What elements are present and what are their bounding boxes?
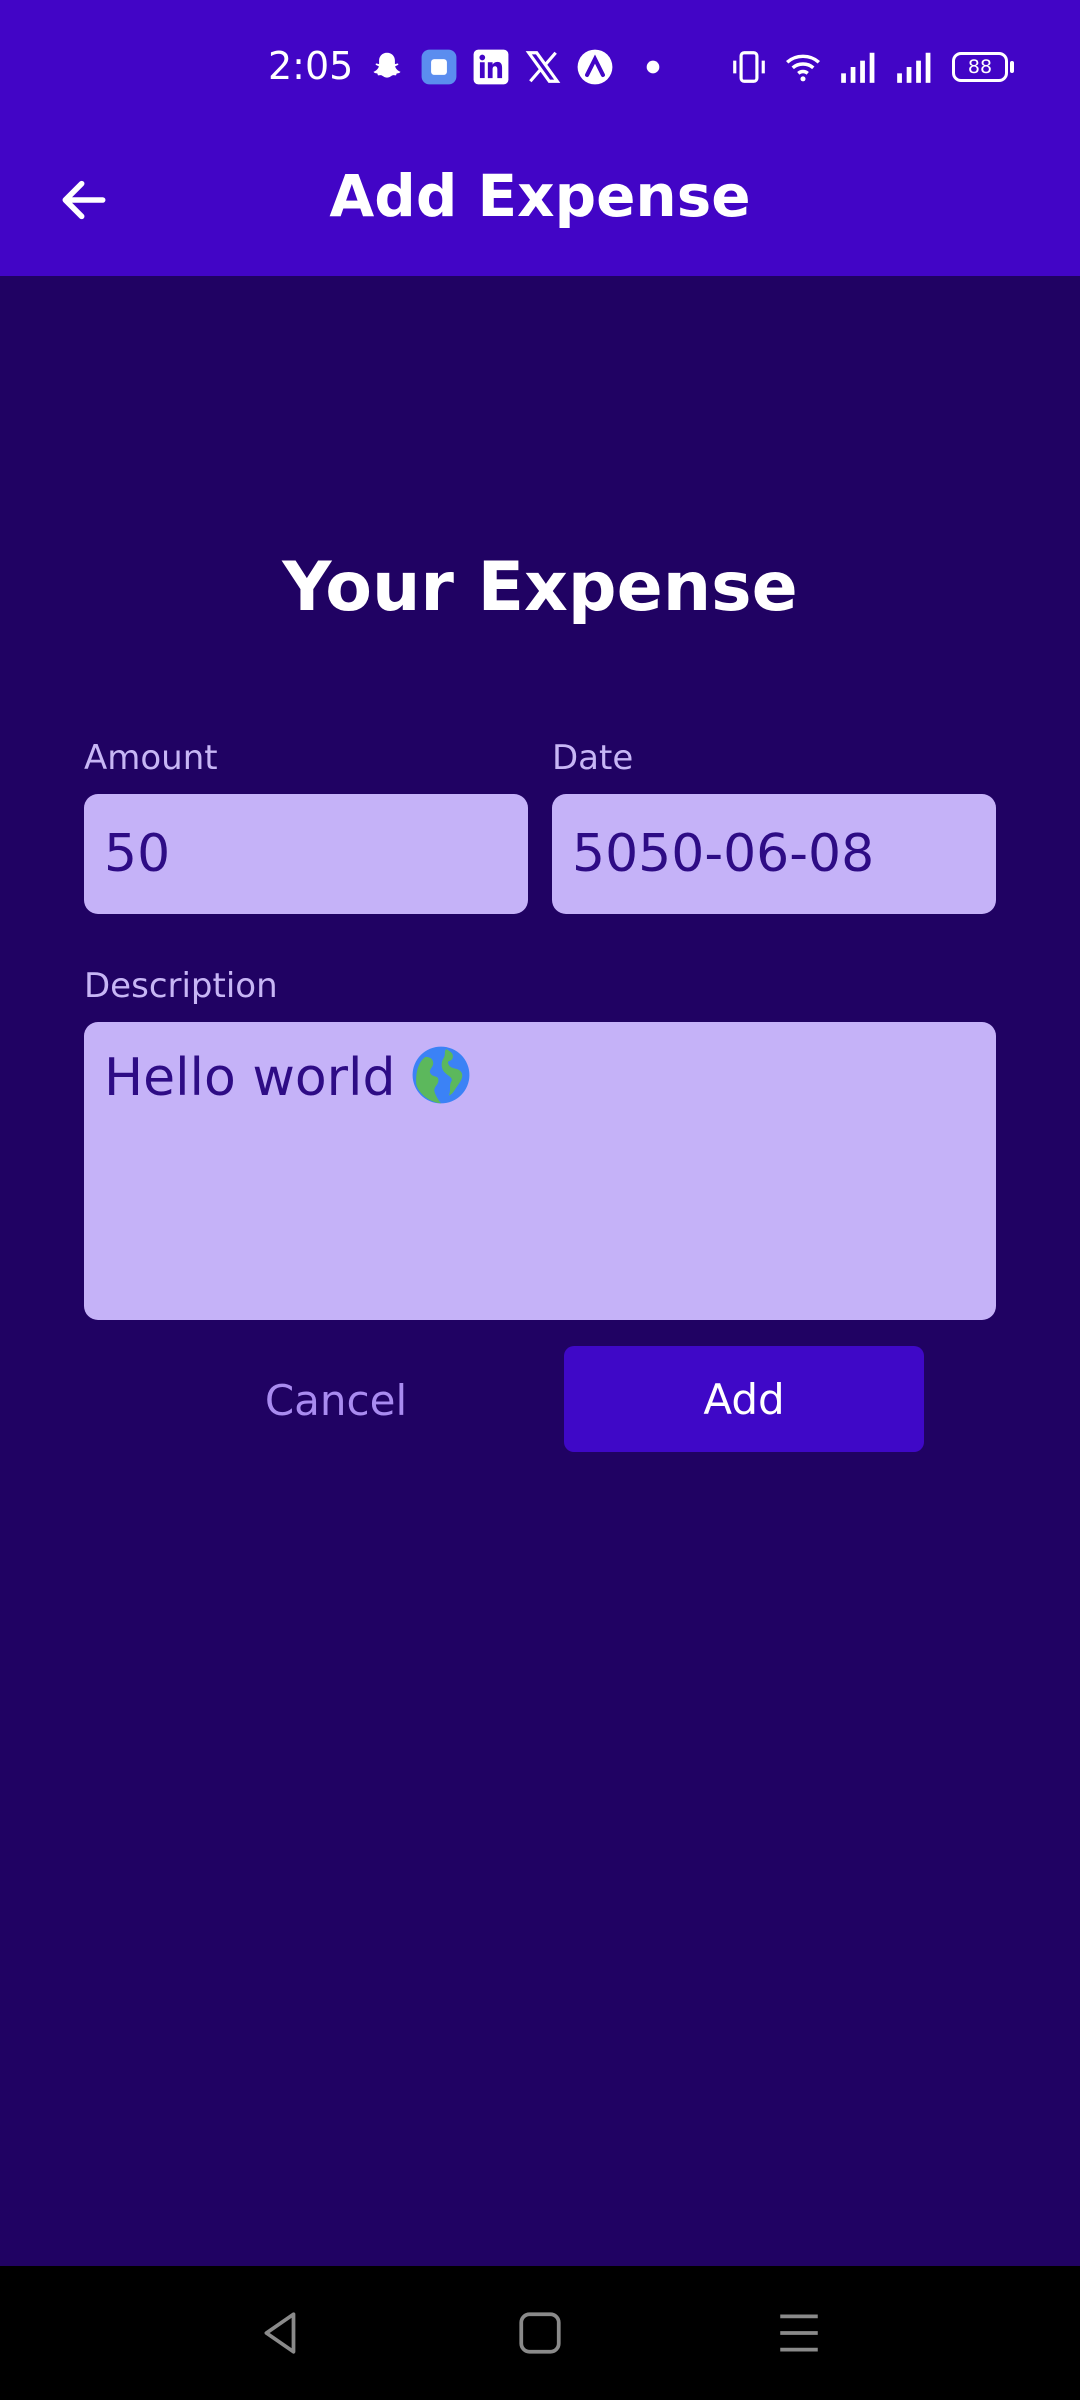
date-value: 5050-06-08 (572, 824, 875, 884)
dot-icon (646, 60, 660, 74)
home-square-icon[interactable] (515, 2308, 565, 2358)
menu-lines-icon[interactable] (774, 2308, 824, 2358)
date-field[interactable]: 5050-06-08 (552, 794, 996, 914)
add-button[interactable]: Add (564, 1346, 924, 1452)
expense-form: Your Expense Amount 50 Date 5050-06-08 D… (0, 276, 1080, 2266)
amount-label: Amount (84, 738, 218, 778)
cancel-button[interactable]: Cancel (200, 1348, 472, 1452)
linkedin-icon (473, 49, 509, 85)
globe-icon (412, 1046, 469, 1104)
description-field[interactable]: Hello world (84, 1022, 996, 1320)
amount-field[interactable]: 50 (84, 794, 528, 914)
battery-tip (1010, 61, 1014, 73)
status-time: 2:05 (268, 44, 354, 88)
description-value: Hello world (104, 1048, 396, 1108)
signal-icon (897, 52, 931, 83)
arc-icon (577, 49, 613, 85)
date-label: Date (552, 738, 634, 778)
signal-icon (841, 52, 875, 83)
app-bar: Add Expense (0, 136, 1080, 276)
back-triangle-icon[interactable] (256, 2308, 306, 2358)
description-label: Description (84, 966, 278, 1006)
wifi-icon (785, 54, 821, 82)
page-title: Add Expense (329, 162, 751, 230)
system-nav-bar (0, 2266, 1080, 2400)
battery-icon: 88 (952, 52, 1008, 82)
snapchat-icon (373, 52, 401, 78)
x-icon (525, 51, 561, 83)
messenger-icon (421, 49, 457, 85)
battery-level: 88 (967, 56, 993, 78)
amount-value: 50 (104, 824, 171, 884)
status-bar: 2:05 88 (0, 0, 1080, 136)
vibrate-icon (733, 51, 765, 83)
form-title: Your Expense (282, 548, 798, 627)
